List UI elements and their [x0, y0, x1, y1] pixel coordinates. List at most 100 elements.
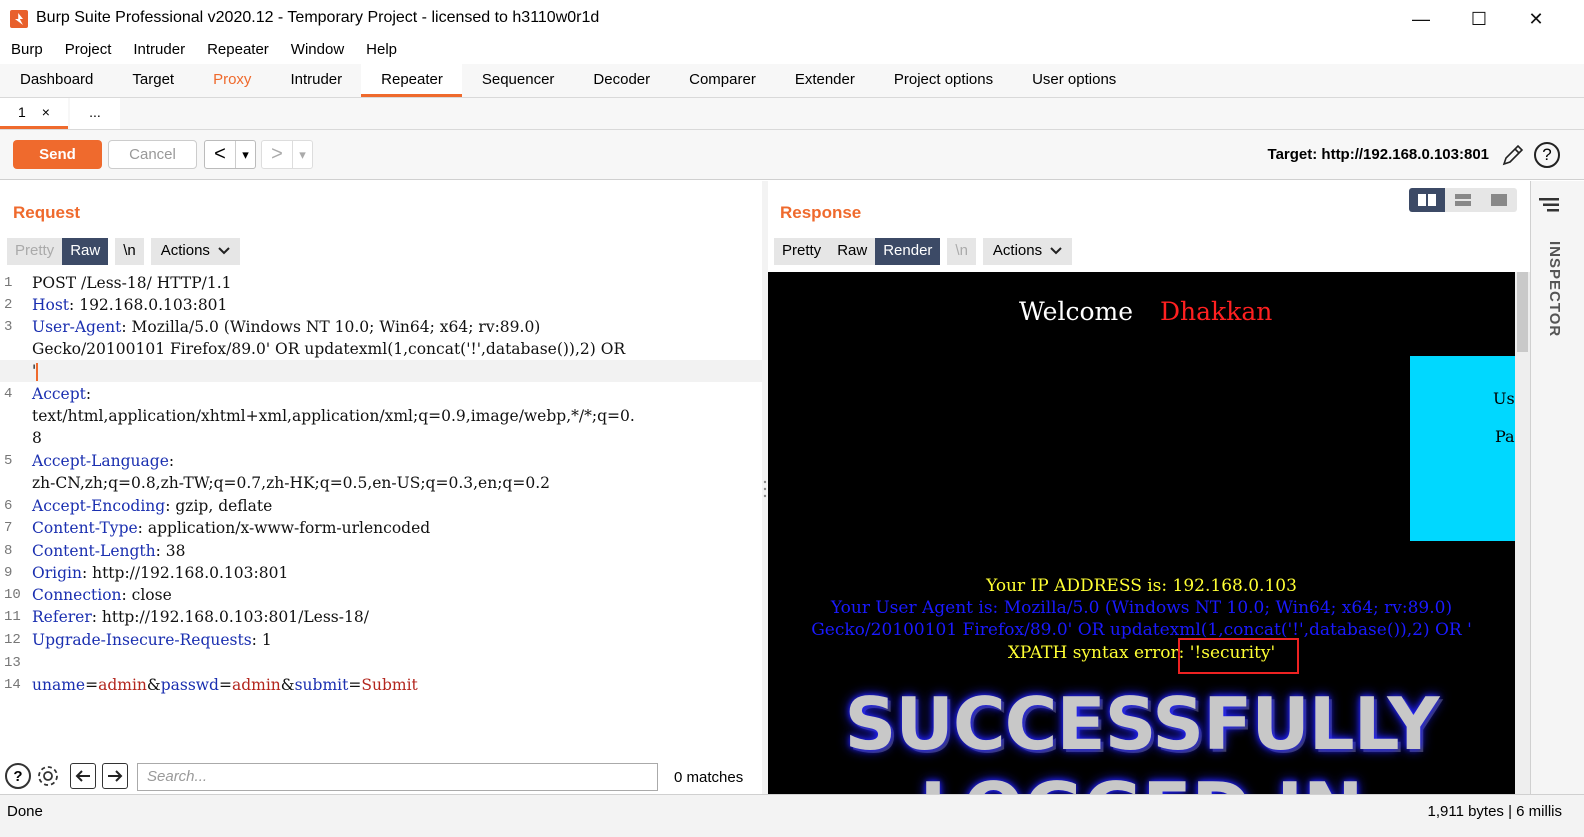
menu-project[interactable]: Project [54, 38, 123, 64]
tab-repeater[interactable]: Repeater [361, 64, 462, 97]
actions-button[interactable]: Actions [982, 238, 1073, 265]
welcome-name: Dhakkan [1160, 297, 1273, 326]
next-match-icon[interactable] [102, 763, 128, 789]
back-history-button[interactable]: < ▾ [204, 140, 256, 169]
maximize-button[interactable]: ☐ [1456, 4, 1502, 34]
tab-newline[interactable]: \n [947, 238, 976, 265]
header-separator: : [165, 497, 176, 515]
window-title: Burp Suite Professional v2020.12 - Tempo… [36, 9, 600, 26]
tab-target[interactable]: Target [112, 64, 193, 97]
stacked-layout-icon[interactable] [1445, 188, 1481, 212]
tab-extender[interactable]: Extender [775, 64, 874, 97]
header-value: text/html,application/xhtml+xml,applicat… [32, 407, 635, 425]
repeater-tab-1[interactable]: 1 × [0, 98, 68, 129]
tab-pretty[interactable]: Pretty [774, 238, 830, 265]
chevron-down-icon[interactable]: ▾ [292, 141, 312, 168]
pencil-icon[interactable] [1501, 143, 1525, 167]
line-number: 1 [4, 275, 13, 291]
tab-comparer[interactable]: Comparer [669, 64, 775, 97]
forward-arrow-icon[interactable]: > [262, 141, 292, 168]
response-title: Response [780, 203, 862, 222]
header-name: Host [32, 296, 70, 314]
layout-toggle [1409, 188, 1517, 212]
side-by-side-layout-icon[interactable] [1409, 188, 1445, 212]
inspector-label[interactable]: INSPECTOR [1533, 241, 1563, 361]
tab-dashboard[interactable]: Dashboard [0, 64, 112, 97]
menu-repeater[interactable]: Repeater [196, 38, 280, 64]
actions-button[interactable]: Actions [150, 238, 241, 265]
password-label: Pa [1495, 427, 1515, 446]
scrollbar-thumb[interactable] [1517, 272, 1528, 352]
param-name: uname [32, 676, 86, 694]
header-name: Origin [32, 564, 82, 582]
ip-address-text: Your IP ADDRESS is: 192.168.0.103 [986, 576, 1297, 596]
help-icon[interactable]: ? [5, 763, 31, 789]
menu-window[interactable]: Window [280, 38, 355, 64]
new-tab-button[interactable]: ... [70, 98, 120, 129]
request-title: Request [13, 203, 81, 222]
close-button[interactable]: ✕ [1513, 4, 1559, 34]
inspector-panel[interactable]: INSPECTOR [1530, 181, 1584, 794]
tab-sequencer[interactable]: Sequencer [462, 64, 574, 97]
line-number: 13 [4, 655, 21, 671]
param-name: passwd [160, 676, 219, 694]
forward-history-button[interactable]: > ▾ [261, 140, 313, 169]
editor-line: 7 Content-Type: application/x-www-form-ur… [0, 517, 762, 539]
help-icon[interactable]: ? [1534, 142, 1560, 168]
rendered-response: Welcome Dhakkan Us Pa Your IP ADDRESS is… [768, 272, 1515, 794]
menu-intruder[interactable]: Intruder [122, 38, 196, 64]
editor-line: 3 User-Agent: Mozilla/5.0 (Windows NT 10.… [0, 316, 762, 338]
tab-pretty[interactable]: Pretty [7, 238, 63, 265]
drag-handle-icon[interactable] [763, 479, 767, 499]
line-number: 10 [4, 587, 21, 603]
header-value: application/x-www-form-urlencoded [147, 519, 431, 537]
header-value: 8 [32, 429, 42, 447]
xpath-error-text: XPATH syntax error: '!security' [1007, 643, 1276, 663]
cancel-button[interactable]: Cancel [108, 140, 197, 169]
user-agent-text: Your User Agent is: Mozilla/5.0 (Windows… [830, 598, 1453, 618]
header-value: gzip, deflate [175, 497, 273, 515]
close-tab-icon[interactable]: × [42, 104, 50, 120]
chevron-down-icon [1050, 247, 1063, 255]
header-value: 192.168.0.103:801 [79, 296, 228, 314]
previous-match-icon[interactable] [70, 763, 96, 789]
editor-line: 9 Origin: http://192.168.0.103:801 [0, 562, 762, 584]
gear-icon[interactable] [35, 763, 61, 789]
menu-help[interactable]: Help [355, 38, 408, 64]
tabbed-layout-icon[interactable] [1481, 188, 1517, 212]
actions-label: Actions [992, 242, 1043, 259]
repeater-tab-label: 1 [18, 104, 26, 120]
tab-project-options[interactable]: Project options [874, 64, 1012, 97]
menu-lines-icon[interactable] [1539, 198, 1559, 212]
header-value: http://192.168.0.103:801 [92, 564, 289, 582]
tab-render[interactable]: Render [875, 238, 941, 265]
line-number: 14 [4, 677, 21, 693]
tab-raw[interactable]: Raw [829, 238, 876, 265]
param-value: Submit [361, 676, 418, 694]
editor-line: 6 Accept-Encoding: gzip, deflate [0, 495, 762, 517]
header-name: Connection [32, 586, 122, 604]
header-separator: : [85, 385, 92, 403]
tab-raw[interactable]: Raw [62, 238, 109, 265]
tab-intruder[interactable]: Intruder [270, 64, 361, 97]
line-number: 9 [4, 565, 13, 581]
back-arrow-icon[interactable]: < [205, 141, 235, 168]
chevron-down-icon[interactable]: ▾ [235, 141, 255, 168]
minimize-button[interactable]: — [1398, 4, 1444, 34]
response-size-time: 1,911 bytes | 6 millis [1427, 803, 1562, 820]
request-editor[interactable]: 1 POST /Less-18/ HTTP/1.1 2 Host: 192.168.… [0, 272, 762, 752]
user-agent-text-continued: Gecko/20100101 Firefox/89.0' OR updatexm… [811, 620, 1472, 640]
line-number: 4 [4, 386, 13, 402]
header-value: close [131, 586, 172, 604]
search-input[interactable]: Search... [137, 763, 658, 791]
send-button[interactable]: Send [13, 140, 102, 169]
tab-proxy[interactable]: Proxy [193, 64, 270, 97]
param-equals: = [218, 676, 232, 694]
menu-burp[interactable]: Burp [0, 38, 54, 64]
tab-decoder[interactable]: Decoder [573, 64, 669, 97]
target-label[interactable]: Target: http://192.168.0.103:801 [1268, 146, 1489, 163]
tab-user-options[interactable]: User options [1012, 64, 1135, 97]
response-view-tabs: Pretty Raw Render \n Actions [774, 238, 1073, 265]
vertical-scrollbar[interactable] [1515, 272, 1530, 794]
tab-newline[interactable]: \n [115, 238, 144, 265]
